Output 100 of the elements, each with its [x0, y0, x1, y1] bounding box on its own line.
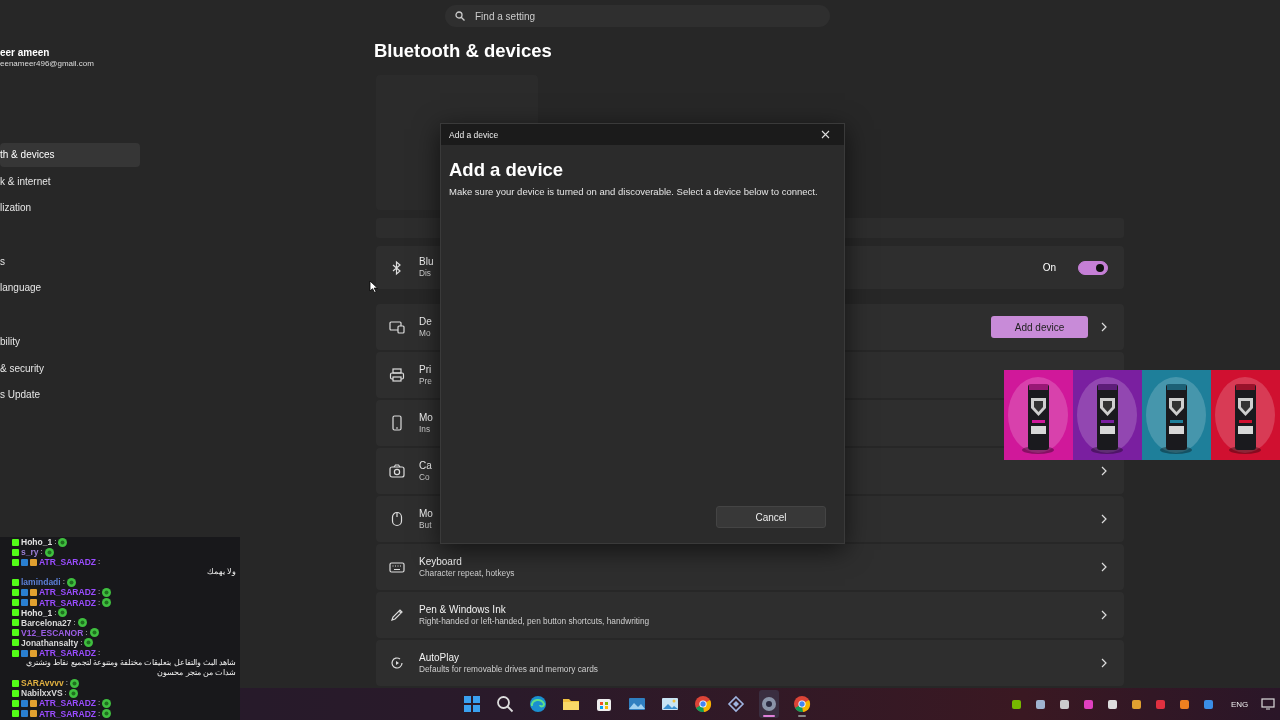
row-title: De — [419, 315, 432, 328]
row-title: Pri — [419, 363, 432, 376]
nav-item[interactable]: & security — [0, 356, 140, 381]
settings-row[interactable]: Pen & Windows Ink Right-handed or left-handed, pen button shortcuts, handwriting — [376, 592, 1124, 638]
browser-icon — [792, 694, 812, 714]
app-icon[interactable] — [1059, 698, 1070, 710]
row-title: AutoPlay — [419, 651, 461, 664]
diamond-icon — [726, 694, 746, 714]
autoplay-icon — [389, 655, 405, 671]
chat-username: SARAvvvv — [21, 678, 64, 689]
app-icon[interactable] — [1107, 698, 1118, 710]
chevron-icon — [1100, 466, 1108, 476]
chat-username: NabilxxVS — [21, 688, 63, 699]
search-icon — [455, 11, 465, 21]
chat-colon: : — [54, 537, 57, 547]
chat-username: V12_ESCANOR — [21, 627, 84, 638]
keyboard-icon — [389, 559, 405, 575]
settings-icon — [759, 694, 779, 714]
row-subtitle: But — [419, 519, 433, 531]
nav-item[interactable]: s Update — [0, 383, 140, 408]
chat-username: ATR_SARADZ — [39, 648, 96, 659]
camera-icon — [389, 463, 405, 479]
search-field[interactable]: Find a setting — [445, 5, 830, 27]
nav-item[interactable]: lization — [0, 196, 140, 221]
row-subtitle: Character repeat, hotkeys — [419, 567, 515, 579]
row-subtitle: Right-handed or left-handed, pen button shortcuts, handwriting — [419, 615, 650, 627]
chevron-icon — [1100, 322, 1108, 332]
chat-colon: : — [85, 627, 88, 638]
row-subtitle: Defaults for removable drives and memory cards — [419, 663, 598, 675]
nav-item[interactable]: th & devices — [0, 143, 140, 167]
chat-username: Hoho_1 — [21, 537, 53, 547]
row-title: Mo — [419, 411, 433, 424]
monitor-icon[interactable] — [1261, 698, 1276, 710]
chat-message: شاهد البث والتفاعل بتعليقات مختلفة ومتنوعة لتجميع نقاط وتشتري شدات من متجر محسون — [25, 658, 236, 679]
dialog-heading: Add a device — [449, 158, 565, 182]
app-icon[interactable] — [1179, 698, 1190, 710]
chevron-icon — [1100, 658, 1108, 668]
chat-username: ATR_SARADZ — [39, 587, 96, 598]
pen-icon — [389, 607, 405, 623]
chat-colon: : — [98, 648, 101, 659]
chat-colon: : — [98, 557, 101, 568]
chat-username: ATR_SARADZ — [39, 698, 96, 709]
nav-item[interactable]: language — [0, 276, 140, 301]
chevron-icon — [1100, 514, 1108, 524]
windows-icon — [462, 694, 482, 714]
language-indicator[interactable]: ENG — [1231, 699, 1249, 709]
devices-icon — [389, 319, 405, 335]
row-title: Keyboard — [419, 555, 463, 568]
chat-colon: : — [65, 678, 68, 689]
row-subtitle: Pre — [419, 375, 432, 387]
row-title: Mo — [419, 507, 433, 520]
row-subtitle: Mo — [419, 327, 432, 339]
row-subtitle: Co — [419, 471, 431, 483]
close-icon[interactable] — [821, 130, 830, 139]
cancel-button[interactable]: Cancel — [716, 506, 826, 528]
chat-username: Hoho_1 — [21, 607, 53, 618]
row-subtitle: Ins — [419, 423, 432, 435]
printer-icon — [389, 367, 405, 383]
emote-icon — [66, 577, 76, 587]
chat-colon: : — [98, 597, 101, 608]
app-icon[interactable] — [1203, 698, 1214, 710]
toggle-switch[interactable] — [1078, 260, 1108, 275]
browser-icon — [693, 694, 713, 714]
nav-item[interactable]: k & internet — [0, 169, 140, 194]
add-device-button[interactable]: Add device — [991, 316, 1088, 338]
settings-row[interactable]: Keyboard Character repeat, hotkeys — [376, 544, 1124, 590]
profile-email: eenameer496@gmail.com — [0, 59, 95, 69]
phone-icon — [389, 415, 405, 431]
chat-username: lamindadi — [21, 577, 61, 588]
page-title: Bluetooth & devices — [374, 40, 553, 62]
row-title: Ca — [419, 459, 432, 472]
chat-username: Jonathansalty — [21, 638, 79, 648]
chat-colon: : — [98, 698, 101, 709]
dialog-title: Add a device — [449, 129, 499, 140]
chat-colon: : — [98, 587, 101, 598]
chat-username: s_ry — [21, 547, 39, 558]
app-icon[interactable] — [1035, 698, 1046, 710]
dialog-description: Make sure your device is turned on and discoverable. Select a device below to connect. — [449, 186, 819, 198]
chat-colon: : — [54, 607, 57, 618]
chevron-icon — [1100, 562, 1108, 572]
chat-colon: : — [62, 577, 65, 588]
chat-colon: : — [73, 617, 76, 628]
app-icon[interactable] — [1131, 698, 1142, 710]
chat-colon: : — [40, 547, 43, 558]
settings-row[interactable]: AutoPlay Defaults for removable drives and memory cards — [376, 640, 1124, 686]
browser-icon — [528, 694, 548, 714]
chat-username: Barcelona27 — [21, 617, 72, 628]
chat-message: ولا يهمك — [205, 567, 236, 578]
chat-colon: : — [64, 688, 67, 699]
nav-item[interactable]: bility — [0, 329, 140, 354]
profile-name: eer ameen — [0, 47, 51, 59]
chat-username: ATR_SARADZ — [39, 597, 96, 608]
cursor-icon — [369, 280, 378, 293]
toggle-label: On — [1042, 262, 1056, 273]
chat-username: ATR_SARADZ — [39, 708, 96, 719]
search-icon — [495, 694, 515, 714]
row-title: Blu — [419, 256, 434, 268]
app-icon[interactable] — [1011, 698, 1022, 710]
nav-item[interactable]: s — [0, 249, 140, 274]
row-subtitle: Dis — [419, 268, 432, 279]
